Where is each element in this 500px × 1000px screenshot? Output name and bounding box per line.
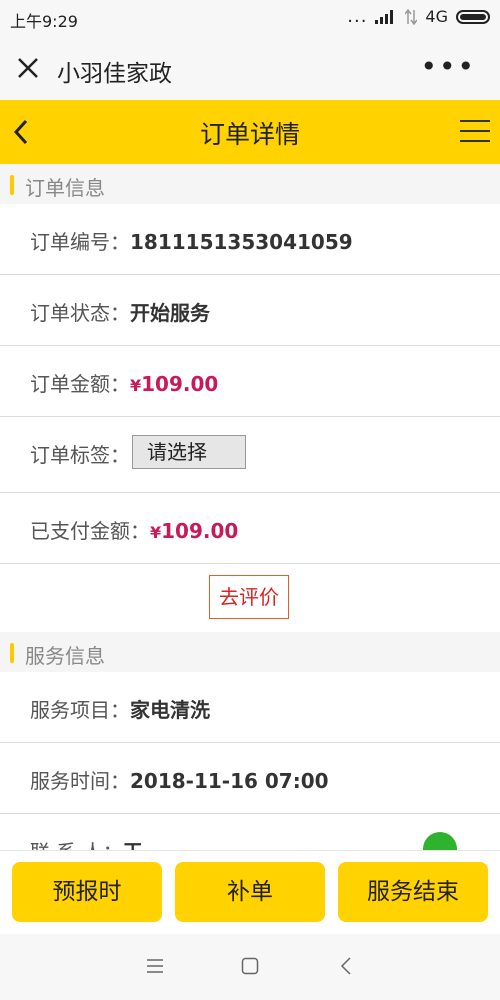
order-number-row: 订单编号：1811151353041059 — [0, 204, 500, 275]
service-item-row: 服务项目：家电清洗 — [0, 672, 500, 743]
data-arrows-icon — [405, 8, 418, 25]
status-indicators: ... 4G — [347, 7, 490, 26]
service-item-label: 服务项目： — [30, 698, 130, 722]
order-status-label: 订单状态： — [30, 301, 130, 325]
section-title: 服务信息 — [25, 644, 105, 668]
order-amount-label: 订单金额： — [30, 372, 130, 396]
service-time-label: 服务时间： — [30, 769, 130, 793]
currency-symbol: ¥ — [150, 523, 162, 542]
contact-value: 王 — [123, 840, 143, 850]
close-icon[interactable] — [14, 54, 42, 82]
order-tag-row: 订单标签： 请选择 — [0, 417, 500, 493]
nav-home-icon[interactable] — [241, 957, 259, 975]
paid-amount-row: 已支付金额：¥109.00 — [0, 493, 500, 564]
menu-icon[interactable] — [460, 120, 490, 144]
end-service-button[interactable]: 服务结束 — [338, 862, 488, 922]
order-number-value: 1811151353041059 — [130, 230, 353, 254]
order-amount-value: 109.00 — [141, 372, 219, 396]
currency-symbol: ¥ — [130, 376, 142, 395]
status-time: 上午9:29 — [10, 12, 78, 31]
signal-icon — [375, 9, 394, 24]
order-detail-content[interactable]: 订单信息 订单编号：1811151353041059 订单状态：开始服务 订单金… — [0, 164, 500, 850]
report-time-button[interactable]: 预报时 — [12, 862, 162, 922]
section-marker — [10, 175, 14, 195]
order-tag-select[interactable]: 请选择 — [132, 435, 246, 469]
status-more-dots: ... — [347, 5, 368, 27]
supplement-order-button[interactable]: 补单 — [175, 862, 325, 922]
app-title: 小羽佳家政 — [57, 61, 172, 87]
order-amount-row: 订单金额：¥109.00 — [0, 346, 500, 417]
review-button[interactable]: 去评价 — [209, 575, 289, 619]
section-service-info: 服务信息 — [0, 632, 500, 672]
nav-menu-icon[interactable] — [146, 958, 164, 974]
system-nav-bar — [0, 934, 500, 1000]
app-title-bar: 小羽佳家政 ••• — [0, 36, 500, 100]
order-status-value: 开始服务 — [130, 301, 210, 325]
status-bar: 上午9:29 ... 4G — [0, 0, 500, 36]
section-marker — [10, 643, 14, 663]
contact-label: 联 系 人： — [30, 840, 123, 850]
service-item-value: 家电清洗 — [130, 698, 210, 722]
page-header: 订单详情 — [0, 100, 500, 164]
nav-back-icon[interactable] — [340, 956, 352, 976]
paid-amount-label: 已支付金额： — [30, 519, 150, 543]
action-bar: 预报时 补单 服务结束 — [0, 850, 500, 934]
section-order-info: 订单信息 — [0, 164, 500, 204]
paid-amount-value: 109.00 — [161, 519, 239, 543]
section-title: 订单信息 — [25, 176, 105, 200]
page-title: 订单详情 — [199, 120, 300, 149]
order-tag-label: 订单标签： — [30, 443, 130, 467]
service-time-value: 2018-11-16 07:00 — [130, 769, 329, 793]
order-number-label: 订单编号： — [30, 230, 130, 254]
order-status-row: 订单状态：开始服务 — [0, 275, 500, 346]
more-icon[interactable]: ••• — [420, 50, 476, 83]
review-area: 去评价 — [0, 564, 500, 632]
network-type: 4G — [425, 7, 448, 26]
battery-icon — [456, 9, 490, 24]
service-time-row: 服务时间：2018-11-16 07:00 — [0, 743, 500, 814]
